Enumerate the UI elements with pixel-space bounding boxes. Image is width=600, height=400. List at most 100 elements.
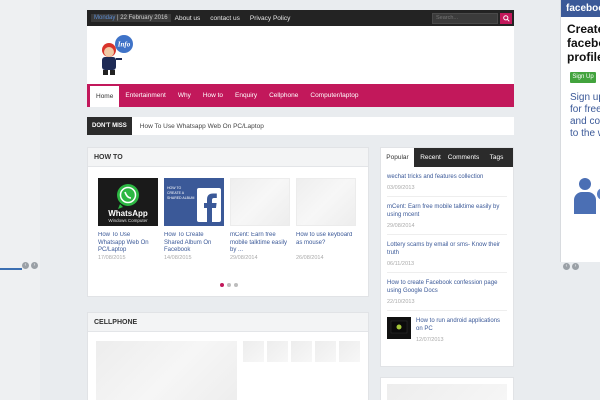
how-to-card[interactable]: How to use keyboard as mouse? 26/08/2014 [296, 178, 356, 261]
popular-post-list: wechat tricks and features collection 03… [381, 167, 513, 348]
how-to-card[interactable]: mCent: Earn free mobile talktime easily … [230, 178, 290, 261]
card-date: 17/08/2015 [98, 255, 126, 261]
top-link-about[interactable]: About us [175, 15, 201, 22]
list-item: wechat tricks and features collection 03… [387, 167, 507, 197]
menu-item-how-to[interactable]: How to [197, 84, 229, 107]
placeholder-thumbnail[interactable] [230, 178, 290, 226]
small-thumbnail[interactable] [243, 341, 264, 362]
ad-title-line: profile [567, 50, 600, 64]
left-progress-line [0, 268, 22, 270]
cellphone-thumb-strip [243, 341, 360, 362]
ad-sub-line: and conn [570, 116, 600, 127]
carousel-pagination [220, 283, 238, 287]
carousel-dot[interactable] [227, 283, 231, 287]
top-link-contact[interactable]: contact us [210, 15, 240, 22]
left-next-icon[interactable]: › [31, 262, 38, 269]
card-date: 14/08/2015 [164, 255, 192, 261]
card-date: 29/08/2014 [230, 255, 258, 261]
sidebar-widget-placeholder [380, 377, 514, 400]
date-display: Monday | 22 February 2016 [91, 14, 171, 22]
ad-sub-line: to the w [570, 128, 600, 139]
cellphone-title: CELLPHONE [88, 313, 368, 332]
post-date: 12/07/2013 [416, 337, 444, 343]
how-to-carousel: WhatsApp Windows Computer How To Use Wha… [98, 178, 356, 261]
dont-miss-label: DON'T MISS [87, 117, 132, 135]
list-item: mCent: Earn free mobile talktime easily … [387, 197, 507, 235]
small-thumbnail[interactable] [267, 341, 288, 362]
carousel-dot[interactable] [220, 283, 224, 287]
menu-item-cellphone[interactable]: Cellphone [263, 84, 304, 107]
sidebar-tabs-widget: Popular Recent Comments Tags wechat tric… [380, 147, 514, 367]
menu-item-why[interactable]: Why [172, 84, 197, 107]
ad-title: Create facebo profile [561, 17, 600, 64]
facebook-thumbnail[interactable]: HOW TO CREATE A SHARED ALBUM [164, 178, 224, 226]
tab-tags[interactable]: Tags [480, 148, 513, 167]
right-prev-icon[interactable]: ‹ [563, 263, 570, 270]
search-input[interactable] [432, 12, 498, 24]
post-title[interactable]: mCent: Earn free mobile talktime easily … [387, 203, 507, 219]
facebook-brand: facebook [561, 0, 600, 17]
how-to-card[interactable]: HOW TO CREATE A SHARED ALBUM How To Crea… [164, 178, 224, 261]
whatsapp-thumbnail[interactable]: WhatsApp Windows Computer [98, 178, 158, 226]
android-pc-thumbnail[interactable] [387, 317, 411, 339]
sidebar-placeholder-thumbnail[interactable] [387, 384, 507, 400]
placeholder-thumbnail[interactable] [296, 178, 356, 226]
date-day: Monday [94, 15, 116, 21]
left-slider-controls: ‹ › [22, 262, 38, 269]
date-text: 22 February 2016 [120, 15, 168, 21]
post-title[interactable]: wechat tricks and features collection [387, 173, 507, 181]
how-to-section: HOW TO WhatsApp Windows Computer How To … [87, 147, 369, 297]
facebook-f-icon [197, 188, 221, 222]
carousel-dot[interactable] [234, 283, 238, 287]
whatsapp-thumb-title: WhatsApp [108, 209, 148, 218]
search-icon [502, 14, 510, 22]
small-thumbnail[interactable] [315, 341, 336, 362]
whatsapp-thumb-subtitle: Windows Computer [108, 218, 148, 223]
left-prev-icon[interactable]: ‹ [22, 262, 29, 269]
facebook-side-ad[interactable]: facebook Create facebo profile Sign Up S… [560, 0, 600, 262]
dont-miss-bar: DON'T MISS How To Use Whatsapp Web On PC… [87, 117, 514, 135]
right-next-icon[interactable]: › [572, 263, 579, 270]
post-date: 29/08/2014 [387, 223, 415, 229]
tab-recent[interactable]: Recent [414, 148, 447, 167]
tab-popular[interactable]: Popular [381, 148, 414, 167]
right-slider-controls: ‹ › [563, 263, 579, 270]
menu-item-home[interactable]: Home [90, 86, 120, 107]
main-menu: Home Entertainment Why How to Enquiry Ce… [87, 84, 514, 107]
search-box [432, 12, 514, 24]
ad-sub-line: Sign up [570, 92, 600, 103]
featured-placeholder-thumbnail[interactable] [96, 341, 237, 400]
tab-comments[interactable]: Comments [447, 148, 480, 167]
list-item: How to run android applications on PC 12… [387, 311, 507, 348]
how-to-card[interactable]: WhatsApp Windows Computer How To Use Wha… [98, 178, 158, 261]
card-title[interactable]: How To Create Shared Album On Facebook [164, 232, 224, 254]
menu-item-entertainment[interactable]: Entertainment [119, 84, 171, 107]
search-button[interactable] [500, 12, 512, 24]
card-title[interactable]: How To Use Whatsapp Web On PC/Laptop [98, 232, 158, 254]
ad-title-line: Create [567, 22, 600, 36]
post-title[interactable]: How to run android applications on PC [416, 317, 507, 333]
site-container: Monday | 22 February 2016 About us conta… [87, 10, 514, 400]
sidebar-tab-bar: Popular Recent Comments Tags [381, 148, 513, 167]
ad-sub-line: for free [570, 104, 600, 115]
cellphone-section: CELLPHONE [87, 312, 369, 400]
menu-item-enquiry[interactable]: Enquiry [229, 84, 263, 107]
android-screen-icon [390, 320, 408, 334]
dont-miss-headline[interactable]: How To Use Whatsapp Web On PC/Laptop [132, 123, 264, 130]
post-title[interactable]: How to create Facebook confession page u… [387, 279, 507, 295]
list-item: Lottery scams by email or sms- Know thei… [387, 235, 507, 273]
post-title[interactable]: Lottery scams by email or sms- Know thei… [387, 241, 507, 257]
small-thumbnail[interactable] [339, 341, 360, 362]
card-title[interactable]: How to use keyboard as mouse? [296, 232, 356, 254]
top-nav: About us contact us Privacy Policy [175, 15, 299, 22]
left-side-strip: ‹ › [0, 0, 40, 400]
top-bar: Monday | 22 February 2016 About us conta… [87, 10, 514, 26]
small-thumbnail[interactable] [291, 341, 312, 362]
top-link-privacy[interactable]: Privacy Policy [250, 15, 290, 22]
post-date: 03/09/2013 [387, 185, 415, 191]
menu-item-computer-laptop[interactable]: Computer/laptop [304, 84, 364, 107]
ad-title-line: facebo [567, 36, 600, 50]
site-logo-icon[interactable]: Info [95, 34, 135, 76]
signup-button[interactable]: Sign Up [570, 72, 596, 83]
card-title[interactable]: mCent: Earn free mobile talktime easily … [230, 232, 290, 254]
